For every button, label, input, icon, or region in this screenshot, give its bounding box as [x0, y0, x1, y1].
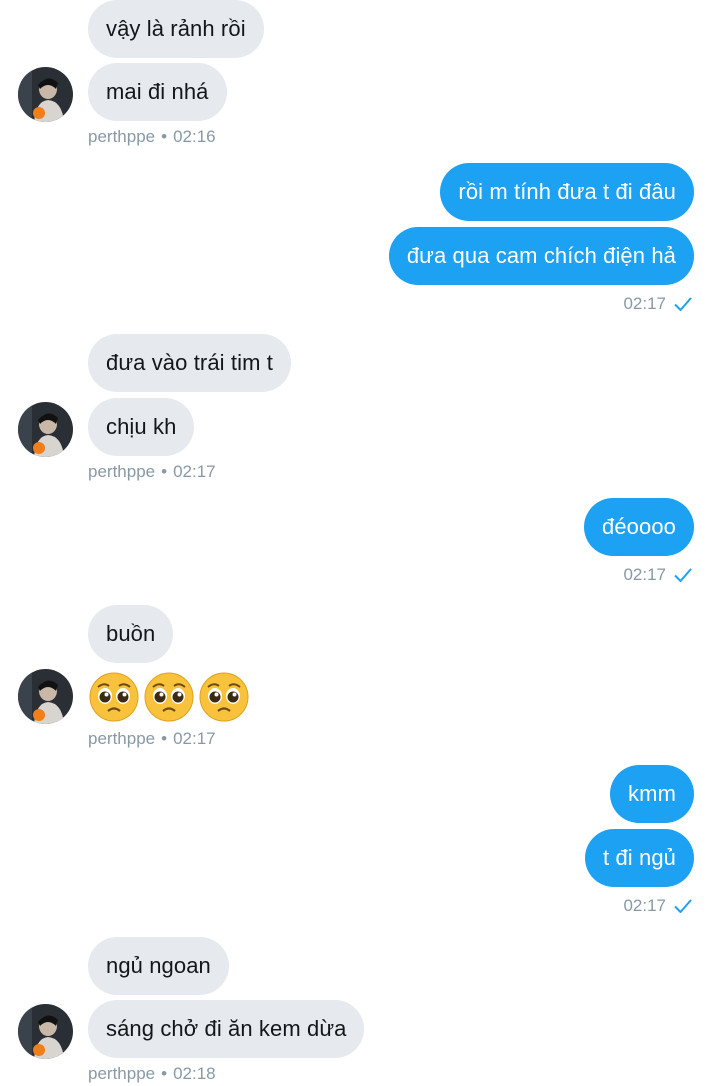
message-meta: perthppe • 02:17 — [88, 462, 216, 482]
meta-separator: • — [161, 1064, 168, 1083]
pleading-face-icon — [144, 672, 194, 722]
avatar-image — [18, 1004, 73, 1059]
chat-thread: vậy là rảnh rồi mai đi nhá perthppe • 02:1… — [0, 0, 720, 1086]
sender-name: perthppe — [88, 729, 156, 748]
message-bubble-incoming[interactable]: chịu kh — [88, 398, 195, 456]
avatar-image — [18, 67, 73, 122]
message-time: 02:16 — [173, 127, 216, 146]
avatar[interactable] — [18, 402, 73, 457]
avatar-image — [18, 669, 73, 724]
avatar[interactable] — [18, 67, 73, 122]
message-bubble-incoming[interactable]: mai đi nhá — [88, 63, 227, 121]
message-time: 02:18 — [173, 1064, 216, 1083]
message-meta: perthppe • 02:18 — [88, 1064, 216, 1084]
message-meta: perthppe • 02:16 — [88, 127, 216, 147]
avatar[interactable] — [18, 669, 73, 724]
message-meta: 02:17 — [623, 565, 692, 585]
message-meta: 02:17 — [623, 896, 692, 916]
meta-separator: • — [161, 729, 168, 748]
message-time: 02:17 — [623, 896, 666, 915]
message-time: 02:17 — [173, 729, 216, 748]
message-bubble-incoming[interactable]: buồn — [88, 605, 174, 663]
check-icon — [674, 297, 692, 311]
check-icon — [674, 568, 692, 582]
meta-separator: • — [161, 462, 168, 481]
message-time: 02:17 — [173, 462, 216, 481]
pleading-face-icon — [89, 672, 139, 722]
message-bubble-incoming[interactable]: ngủ ngoan — [88, 937, 229, 995]
message-bubble-outgoing[interactable]: rồi m tính đưa t đi đâu — [440, 163, 694, 221]
message-time: 02:17 — [623, 565, 666, 584]
message-bubble-incoming[interactable]: vậy là rảnh rồi — [88, 0, 264, 58]
message-bubble-outgoing[interactable]: t đi ngủ — [585, 829, 694, 887]
check-icon — [674, 899, 692, 913]
message-bubble-outgoing[interactable]: đéoooo — [583, 498, 694, 556]
message-time: 02:17 — [623, 294, 666, 313]
sender-name: perthppe — [88, 1064, 156, 1083]
message-bubble-outgoing[interactable]: đưa qua cam chích điện hả — [388, 227, 694, 285]
avatar-image — [18, 402, 73, 457]
sender-name: perthppe — [88, 127, 156, 146]
message-bubble-incoming[interactable]: đưa vào trái tim t — [88, 334, 291, 392]
message-meta: perthppe • 02:17 — [88, 729, 216, 749]
pleading-face-icon — [199, 672, 249, 722]
message-meta: 02:17 — [623, 294, 692, 314]
avatar[interactable] — [18, 1004, 73, 1059]
emoji-message[interactable] — [88, 668, 250, 726]
meta-separator: • — [161, 127, 168, 146]
sender-name: perthppe — [88, 462, 156, 481]
message-bubble-incoming[interactable]: sáng chở đi ăn kem dừa — [88, 1000, 365, 1058]
message-bubble-outgoing[interactable]: kmm — [610, 765, 694, 823]
